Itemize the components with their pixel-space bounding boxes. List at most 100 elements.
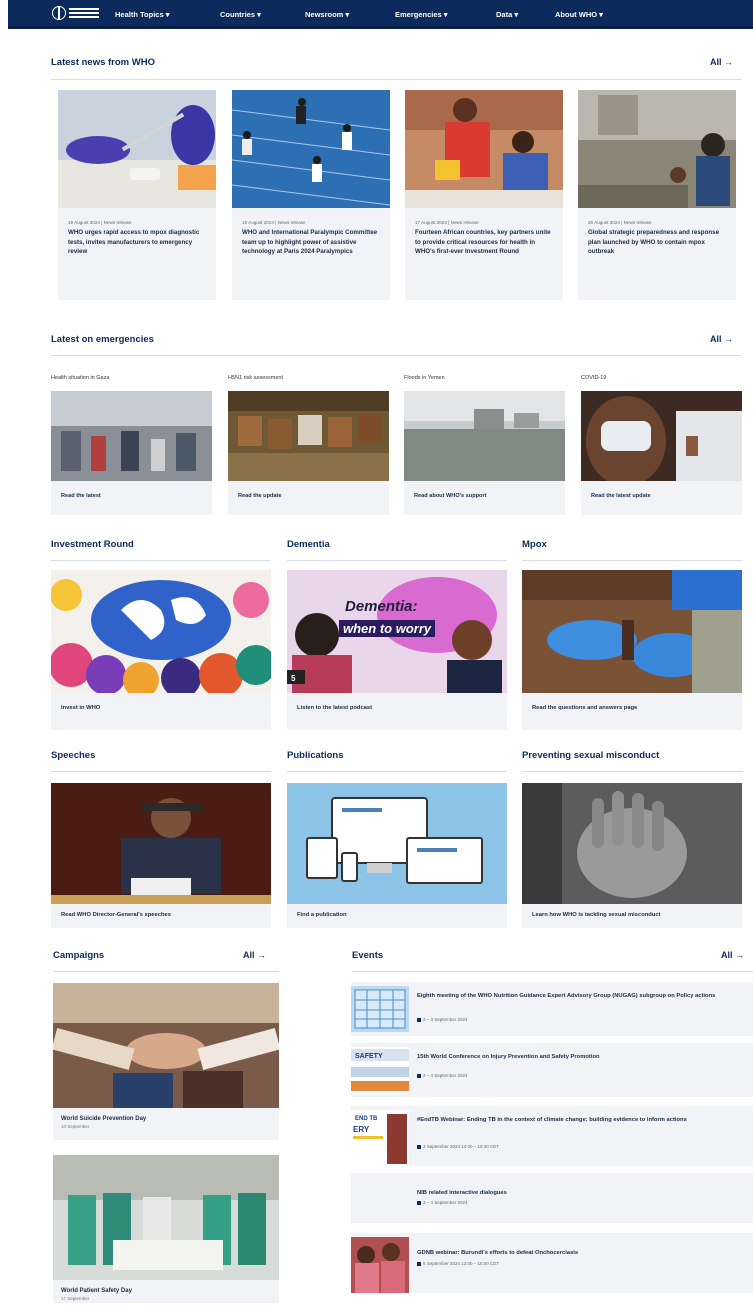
emergency-card[interactable]: Read the latest — [51, 391, 212, 515]
events-all-link[interactable]: All → — [721, 950, 744, 960]
svg-text:END TB: END TB — [355, 1116, 378, 1122]
divider — [51, 355, 741, 356]
event-item[interactable]: END TB ERY #EndTB Webinar: Ending TB in … — [351, 1106, 753, 1166]
top-navigation: Health Topics ▾ Countries ▾ Newsroom ▾ E… — [8, 0, 753, 29]
divider — [51, 560, 271, 561]
feature-image-speeches — [51, 783, 271, 904]
feature-link[interactable]: Invest in WHO — [51, 693, 271, 711]
feature-image-misconduct — [522, 783, 742, 904]
feature-card[interactable]: 5 Dementia: when to worry Listen to the … — [287, 570, 507, 730]
event-thumbnail-safety: SAFETY — [351, 1047, 409, 1093]
emergency-card[interactable]: Read the update — [228, 391, 389, 515]
news-title[interactable]: WHO and International Paralympic Committ… — [242, 228, 380, 257]
event-date: 3 – 4 September 2024 — [417, 1200, 468, 1205]
nav-health-topics[interactable]: Health Topics ▾ — [115, 10, 169, 19]
news-title[interactable]: Fourteen African countries, key partners… — [415, 228, 553, 257]
campaign-title[interactable]: World Suicide Prevention Day — [61, 1116, 279, 1122]
emergency-link[interactable]: Read about WHO's support — [414, 493, 565, 499]
event-thumbnail-onchocerciasis — [351, 1237, 409, 1293]
news-title[interactable]: Global strategic preparedness and respon… — [588, 228, 726, 257]
campaigns-all-link[interactable]: All → — [243, 950, 266, 960]
emergencies-all-link[interactable]: All → — [710, 334, 733, 344]
event-date: 2 – 3 September 2024 — [417, 1017, 468, 1022]
emergency-label: Floods in Yemen — [404, 375, 445, 381]
nav-emergencies[interactable]: Emergencies ▾ — [395, 10, 448, 19]
emergency-label: Health situation in Gaza — [51, 375, 110, 381]
svg-text:ERY: ERY — [353, 1125, 370, 1134]
dementia-overlay-line1: Dementia: — [345, 598, 418, 615]
news-meta: 17 August 2024 | News release — [415, 220, 479, 225]
feature-card[interactable]: Find a publication — [287, 783, 507, 928]
feature-card[interactable]: Read the questions and answers page — [522, 570, 742, 730]
feature-title-investment[interactable]: Investment Round — [51, 539, 134, 550]
event-item[interactable]: SAFETY 15th World Conference on Injury P… — [351, 1043, 753, 1097]
emergency-label: COVID-19 — [581, 375, 607, 381]
feature-card[interactable]: Read WHO Director-General's speeches — [51, 783, 271, 928]
event-title[interactable]: 15th World Conference on Injury Preventi… — [417, 1053, 747, 1061]
feature-link[interactable]: Read the questions and answers page — [522, 693, 742, 711]
divider — [352, 971, 753, 972]
news-image-ministers — [405, 90, 563, 208]
campaigns-section-title: Campaigns — [53, 950, 105, 961]
divider — [287, 560, 507, 561]
event-title[interactable]: NIB related interactive dialogues — [417, 1189, 747, 1197]
emergency-card[interactable]: Read about WHO's support — [404, 391, 565, 515]
event-date: 5 September 2024 13:00 – 15:00 CET — [417, 1261, 499, 1266]
nav-newsroom[interactable]: Newsroom ▾ — [305, 10, 349, 19]
nav-countries[interactable]: Countries ▾ — [220, 10, 261, 19]
feature-title-dementia[interactable]: Dementia — [287, 539, 330, 550]
feature-card[interactable]: Invest in WHO — [51, 570, 271, 730]
emergency-link[interactable]: Read the latest — [61, 493, 212, 499]
nav-data[interactable]: Data ▾ — [496, 10, 518, 19]
news-card[interactable]: 19 August 2024 | News release WHO urges … — [58, 90, 216, 300]
calendar-icon — [351, 986, 409, 1032]
event-item[interactable]: Eighth meeting of the WHO Nutrition Guid… — [351, 982, 753, 1036]
news-section-title: Latest news from WHO — [51, 57, 155, 68]
feature-image-mpox — [522, 570, 742, 693]
emergency-link[interactable]: Read the latest update — [591, 493, 742, 499]
emergency-card[interactable]: Read the latest update — [581, 391, 742, 515]
event-thumbnail-endtb: END TB ERY — [351, 1110, 409, 1166]
news-title[interactable]: WHO urges rapid access to mpox diagnosti… — [68, 228, 206, 257]
feature-title-misconduct[interactable]: Preventing sexual misconduct — [522, 750, 659, 761]
campaign-title[interactable]: World Patient Safety Day — [61, 1288, 279, 1294]
campaign-card[interactable]: World Suicide Prevention Day 10 Septembe… — [53, 983, 279, 1140]
news-card[interactable]: 17 August 2024 | News release Fourteen A… — [405, 90, 563, 300]
emergencies-section-title: Latest on emergencies — [51, 334, 154, 345]
event-title[interactable]: Eighth meeting of the WHO Nutrition Guid… — [417, 992, 747, 1000]
event-item[interactable]: NIB related interactive dialogues 3 – 4 … — [351, 1173, 753, 1223]
feature-title-publications[interactable]: Publications — [287, 750, 343, 761]
feature-title-mpox[interactable]: Mpox — [522, 539, 547, 550]
feature-link[interactable]: Find a publication — [287, 904, 507, 918]
news-meta: 19 August 2024 | News release — [242, 220, 306, 225]
event-title[interactable]: #EndTB Webinar: Ending TB in the context… — [417, 1116, 747, 1124]
feature-link[interactable]: Listen to the latest podcast — [287, 693, 507, 711]
divider — [51, 771, 271, 772]
event-title[interactable]: GDNB webinar: Burundi's efforts to defea… — [417, 1249, 747, 1257]
news-card[interactable]: 19 August 2024 | News release WHO and In… — [232, 90, 390, 300]
nav-about-who[interactable]: About WHO ▾ — [555, 10, 603, 19]
divider — [53, 971, 279, 972]
feature-card[interactable]: Learn how WHO is tackling sexual miscond… — [522, 783, 742, 928]
feature-image-investment — [51, 570, 271, 693]
news-meta: 26 August 2024 | News release — [588, 220, 652, 225]
news-card[interactable]: 26 August 2024 | News release Global str… — [578, 90, 736, 300]
campaign-card[interactable]: World Patient Safety Day 17 September — [53, 1155, 279, 1303]
who-logo[interactable] — [52, 3, 108, 23]
svg-text:5: 5 — [291, 674, 296, 683]
campaign-image-patient-safety — [53, 1155, 279, 1280]
event-date: 3 September 2024 14:00 – 15:30 CET — [417, 1144, 499, 1149]
feature-title-speeches[interactable]: Speeches — [51, 750, 95, 761]
feature-link[interactable]: Read WHO Director-General's speeches — [51, 904, 271, 918]
divider — [522, 771, 743, 772]
dementia-overlay-line2: when to worry — [339, 620, 436, 637]
feature-link[interactable]: Learn how WHO is tackling sexual miscond… — [522, 904, 742, 918]
emergency-link[interactable]: Read the update — [238, 493, 389, 499]
event-item[interactable]: GDNB webinar: Burundi's efforts to defea… — [351, 1233, 753, 1293]
news-image-vaccination — [578, 90, 736, 208]
svg-text:SAFETY: SAFETY — [355, 1053, 383, 1060]
campaign-image-suicide-prevention — [53, 983, 279, 1108]
events-section-title: Events — [352, 950, 384, 961]
news-all-link[interactable]: All → — [710, 57, 733, 67]
emergency-image-cattle — [228, 391, 389, 481]
